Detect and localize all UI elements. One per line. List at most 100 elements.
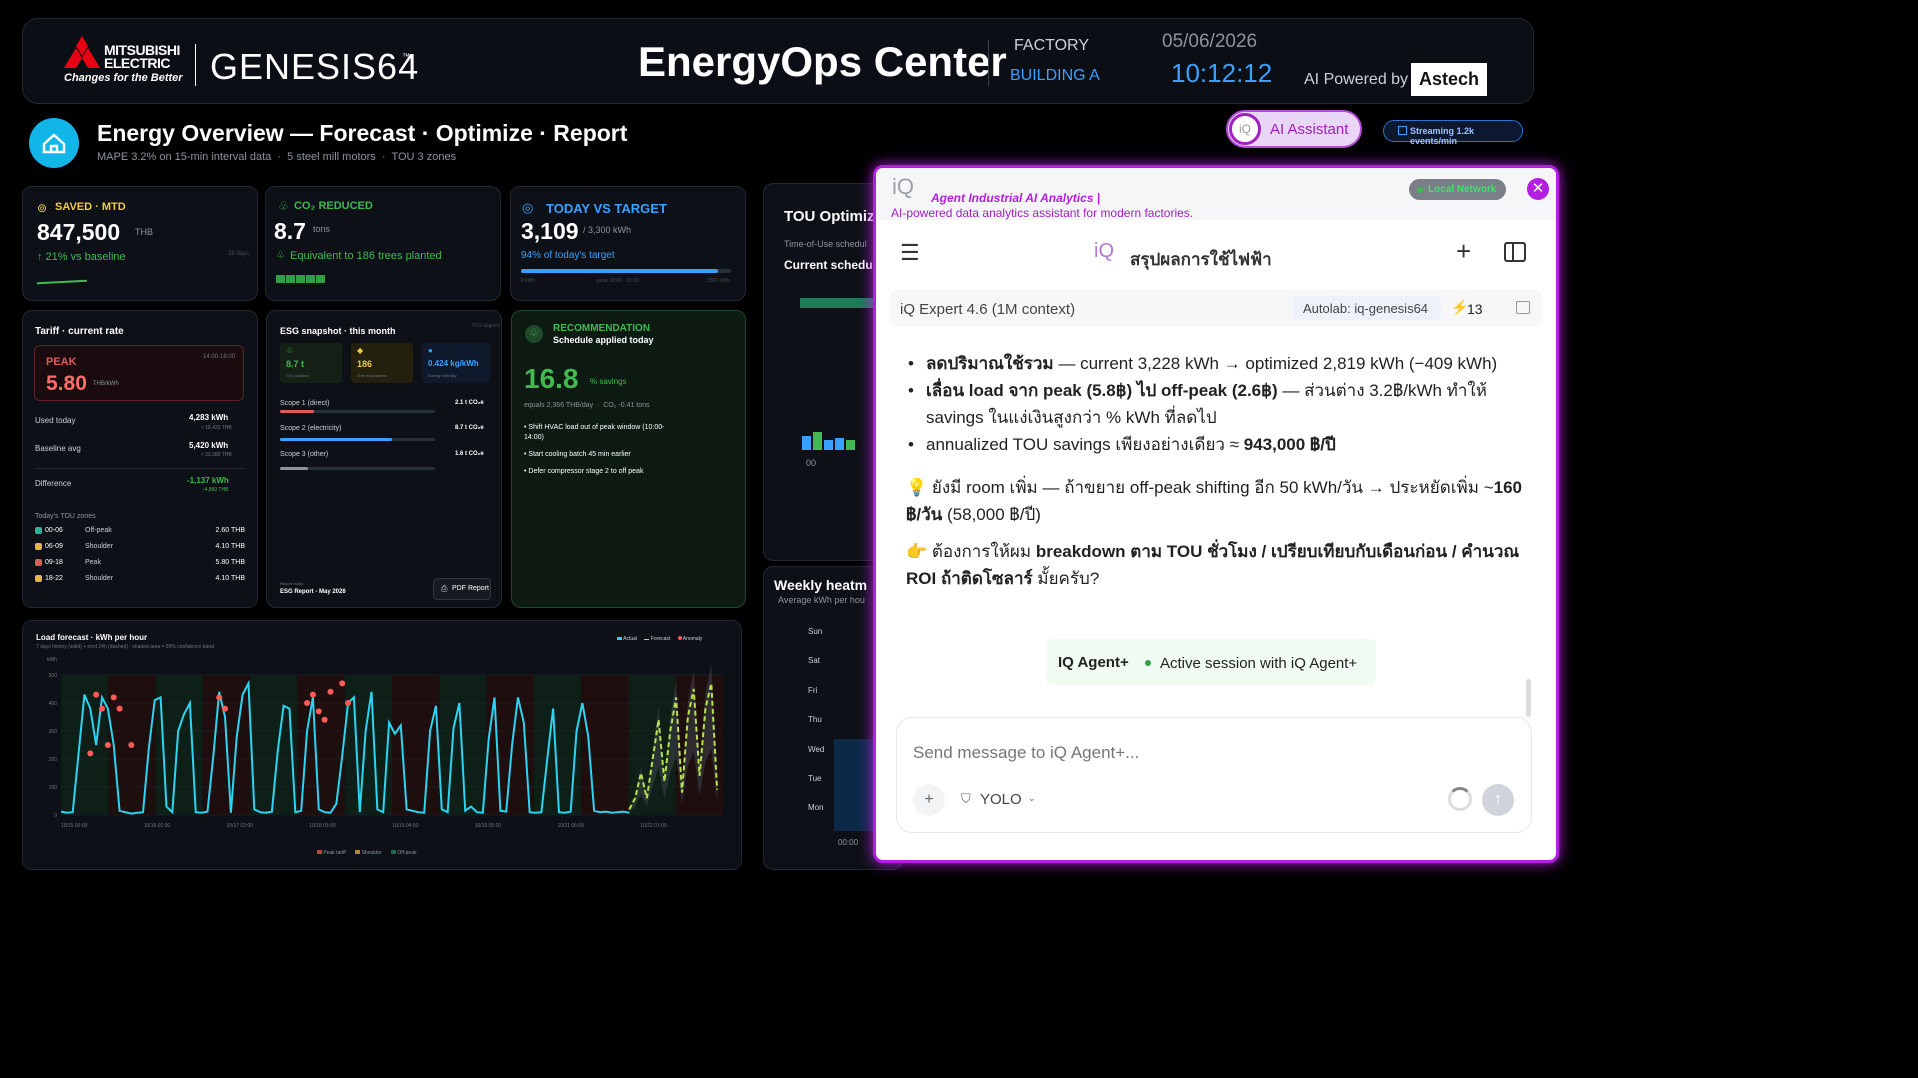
legend-shoulder: Shoulder	[361, 850, 382, 856]
zone-name: Off-peak	[85, 527, 112, 534]
tile-label: Tree equivalents	[357, 373, 387, 378]
kpi-saved-value: 847,500	[37, 219, 121, 245]
tariff-band	[392, 675, 440, 815]
attach-icon[interactable]: +	[913, 784, 945, 816]
heatmap-day-label: Tue	[808, 773, 822, 783]
kpi-saved-unit: THB	[135, 227, 153, 237]
anomaly-point	[93, 691, 100, 698]
agent-status: Active session with iQ Agent+	[1160, 655, 1358, 672]
chevron-down-icon: ⌄	[1028, 793, 1036, 803]
home-icon[interactable]	[29, 118, 79, 168]
scope1-bar	[280, 410, 435, 413]
ai-assistant-button[interactable]: iQ AI Assistant	[1226, 110, 1362, 148]
pointing-hand-icon: 👉	[906, 542, 928, 561]
drop-icon: ●	[428, 346, 433, 355]
network-status-dot	[1417, 187, 1423, 193]
heatmap-day-label: Mon	[808, 803, 824, 813]
zone-time: 18-22	[45, 575, 63, 582]
ai-assistant-label: AI Assistant	[1270, 121, 1349, 138]
kpi-co2-note: Equivalent to 186 trees planted	[290, 250, 442, 262]
anomaly-point	[309, 691, 316, 698]
anomaly-point	[345, 700, 352, 706]
local-network-badge: Local Network	[1409, 179, 1506, 200]
anomaly-point	[304, 700, 311, 706]
chat-input[interactable]	[913, 738, 1453, 768]
tou-zone-row: 09-18 Peak 5.80 THB	[35, 559, 245, 575]
x-tick-label: 10/19 04:00	[392, 823, 419, 829]
product-tm: ™	[402, 52, 410, 61]
zone-name: Peak	[85, 559, 101, 566]
tile-label: Energy intensity	[428, 373, 457, 378]
streaming-label: Streaming 1.2k events/min	[1410, 126, 1475, 146]
panel-header: iQ Agent Industrial AI Analytics | AI-po…	[876, 168, 1556, 220]
forecast-chart: 500 400 300 200 100 0 10/15 00:00 10/16 01:00 10…	[49, 663, 723, 829]
pdf-button-label: PDF Report	[452, 585, 489, 592]
tou-sub: Time-of-Use schedul	[784, 239, 867, 249]
panel-layout-icon[interactable]	[1516, 301, 1530, 314]
ai-assistant-panel: iQ Agent Industrial AI Analytics | AI-po…	[873, 165, 1559, 863]
anomaly-point	[99, 705, 106, 712]
chat-scrollbar[interactable]	[1526, 679, 1531, 717]
iq-avatar-icon: iQ	[1229, 113, 1261, 145]
kpi-today-note: 94% of today's target	[521, 250, 615, 261]
offpeak-swatch	[391, 850, 396, 854]
message-bullet: • ลดปริมาณใช้รวม — current 3,228 kWh → op…	[908, 354, 1498, 373]
chat-input-box: + ⛉ YOLO ⌄ ↑	[896, 717, 1532, 833]
model-name: iQ Expert 4.6 (1M context)	[900, 301, 1076, 318]
tou-mini-bars	[802, 432, 855, 450]
close-icon[interactable]: ✕	[1527, 178, 1549, 200]
x-tick-label: 10/15 00:00	[61, 823, 88, 829]
heatmap-day-label: Sun	[808, 627, 823, 636]
zone-time: 00-06	[45, 527, 63, 534]
leaf-icon: ♧	[278, 199, 289, 213]
overview-title: Energy Overview — Forecast · Optimize · …	[97, 120, 628, 146]
header-divider	[195, 44, 196, 86]
difference-value: -1,137 kWh	[187, 476, 229, 485]
agent-status-dot	[1145, 660, 1151, 666]
message-bullet-list: • ลดปริมาณใช้รวม — current 3,228 kWh → op…	[906, 350, 1522, 458]
heatmap-sub: Average kWh per hou	[778, 595, 865, 605]
chat-message: • ลดปริมาณใช้รวม — current 3,228 kWh → op…	[906, 350, 1522, 592]
autolab-badge: Autolab: iq-genesis64	[1293, 296, 1441, 320]
header-divider-2	[988, 40, 989, 86]
scope1-value: 2.1 t CO₂e	[455, 400, 484, 406]
panel-header-sub: AI-powered data analytics assistant for …	[891, 206, 1194, 220]
date-display: 05/06/2026	[1162, 31, 1258, 52]
y-tick-label: 0	[54, 813, 57, 819]
coin-icon: ⊚	[37, 201, 48, 215]
product-name: GENESIS64	[210, 46, 420, 87]
tou-schedule-bar	[800, 298, 880, 308]
tree-icon: ♧	[276, 250, 285, 261]
tariff-title: Tariff · current rate	[35, 326, 124, 337]
savings-value: 16.8	[524, 363, 579, 394]
anomaly-point	[339, 680, 346, 687]
peak-unit: THB/kWh	[93, 381, 119, 387]
menu-icon[interactable]: ☰	[900, 240, 920, 266]
chat-toolbar: ☰ iQ สรุปผลการใช้ไฟฟ้า +	[876, 220, 1556, 284]
yolo-mode-select[interactable]: YOLO	[980, 791, 1022, 808]
used-value: 4,283 kWh	[189, 413, 229, 422]
x-tick-label: 10/22 07:00	[640, 823, 667, 829]
send-button[interactable]: ↑	[1482, 784, 1514, 816]
heatmap-x-label: 00:00	[838, 838, 859, 847]
tou-zone-row: 18-22 Shoulder 4.10 THB	[35, 575, 245, 591]
y-tick-label: 100	[49, 785, 58, 791]
sidebar-toggle-icon[interactable]	[1504, 242, 1526, 262]
agent-label: IQ Agent+	[1058, 654, 1129, 671]
heatmap-title: Weekly heatm	[774, 577, 868, 593]
esg-tag: TGO-aligned	[471, 323, 500, 329]
kpi-co2-value: 8.7	[274, 218, 306, 244]
report-name: ESG Report - May 2026	[280, 589, 346, 595]
anomaly-point	[116, 705, 123, 712]
shield-icon: ⛉	[961, 791, 971, 806]
loading-spinner-icon	[1448, 787, 1472, 811]
scope3-label: Scope 3 (other)	[280, 451, 329, 458]
tariff-band	[439, 675, 487, 815]
tou-zone-row: 06-09 Shoulder 4.10 THB	[35, 543, 245, 559]
kpi-today-label: TODAY VS TARGET	[546, 201, 667, 216]
bolt-icon: ⚡	[1451, 299, 1469, 315]
new-chat-icon[interactable]: +	[1456, 236, 1471, 267]
difference-sub: -4,860 THB	[203, 487, 229, 493]
astech-logo: Astech	[1411, 63, 1487, 96]
pdf-report-button[interactable]: ⎙ PDF Report	[433, 578, 491, 600]
